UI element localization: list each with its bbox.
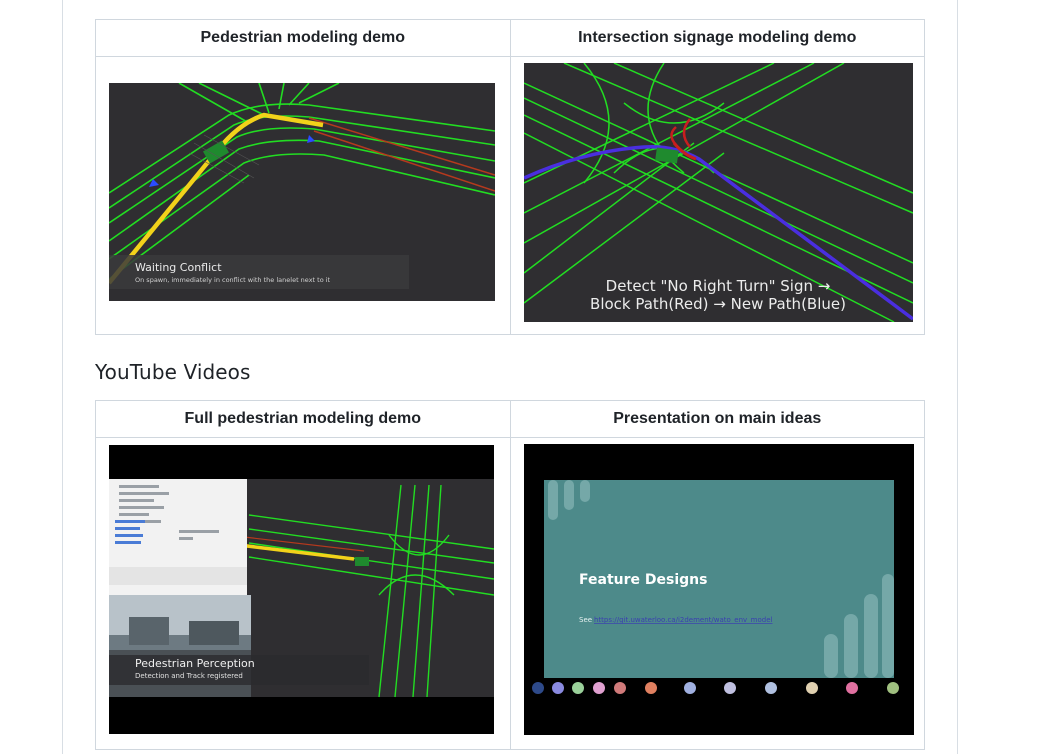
- cell-presentation-video: Feature Designs See https://git.uwaterlo…: [509, 437, 925, 750]
- slide-title: Feature Designs: [579, 572, 707, 588]
- cell-pedestrian-video: Pedestrian Perception Detection and Trac…: [95, 437, 511, 750]
- demo-gifs-table: Pedestrian modeling demo Intersection si…: [95, 19, 925, 335]
- signage-caption-line1: Detect "No Right Turn" Sign →: [605, 277, 830, 295]
- waiting-conflict-caption: Waiting Conflict: [135, 261, 222, 274]
- waiting-conflict-subcaption: On spawn, immediately in conflict with t…: [135, 276, 331, 284]
- youtube-videos-heading: YouTube Videos: [95, 360, 251, 384]
- signage-caption-line2: Block Path(Red) → New Path(Blue): [590, 295, 846, 313]
- cell-pedestrian-gif: Waiting Conflict On spawn, immediately i…: [95, 56, 511, 335]
- pedestrian-perception-title: Pedestrian Perception: [135, 657, 255, 670]
- pedestrian-demo-gif[interactable]: Waiting Conflict On spawn, immediately i…: [109, 83, 495, 301]
- pedestrian-perception-sub: Detection and Track registered: [135, 672, 243, 680]
- header-full-pedestrian-demo: Full pedestrian modeling demo: [95, 400, 511, 438]
- header-signage-demo: Intersection signage modeling demo: [509, 19, 925, 57]
- signage-demo-gif[interactable]: Detect "No Right Turn" Sign → Block Path…: [523, 63, 913, 322]
- header-presentation: Presentation on main ideas: [509, 400, 925, 438]
- presentation-video-thumbnail[interactable]: Feature Designs See https://git.uwaterlo…: [523, 444, 914, 735]
- slide-repo-link: https://git.uwaterloo.ca/i2dement/wato_e…: [594, 616, 773, 624]
- pedestrian-video-thumbnail[interactable]: Pedestrian Perception Detection and Trac…: [109, 445, 494, 734]
- header-pedestrian-demo: Pedestrian modeling demo: [95, 19, 511, 57]
- youtube-videos-table: Full pedestrian modeling demo Presentati…: [95, 400, 925, 750]
- slide-see-label: See: [579, 616, 592, 624]
- cell-signage-gif: Detect "No Right Turn" Sign → Block Path…: [509, 56, 925, 335]
